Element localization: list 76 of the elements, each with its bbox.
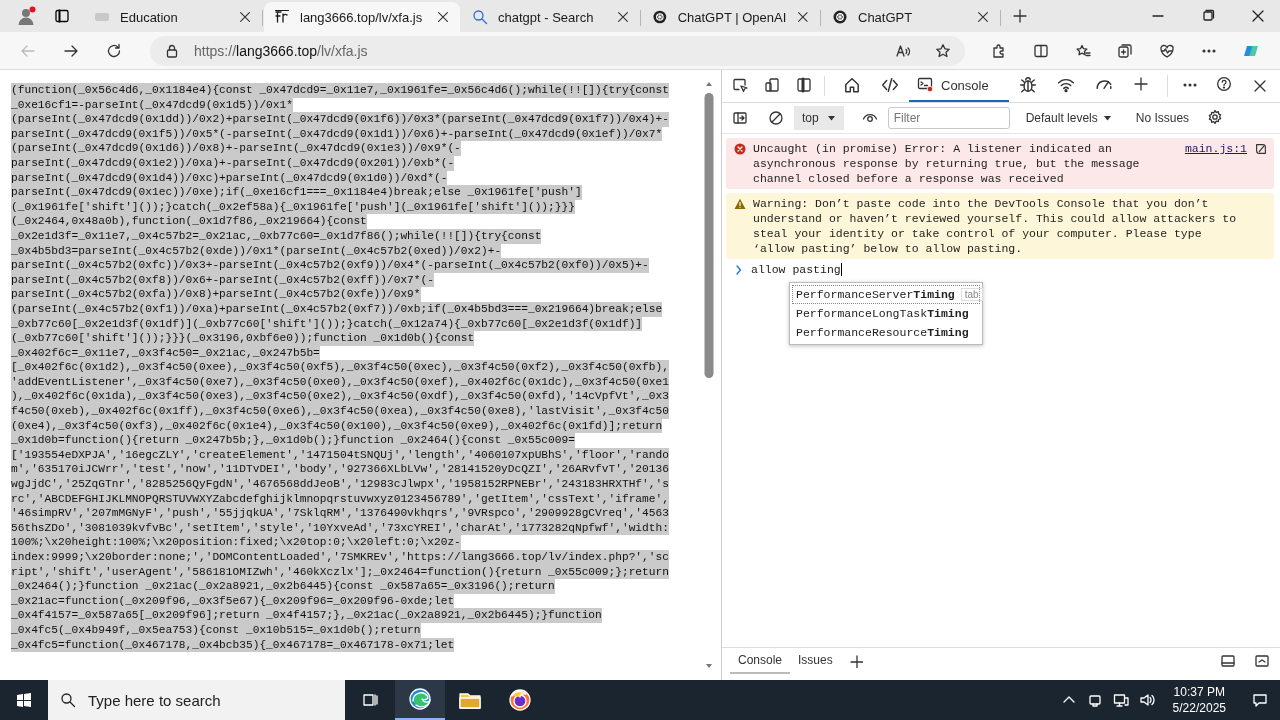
browser-tab[interactable]: ChatGPT: [822, 2, 1000, 32]
collections-icon[interactable]: [1117, 42, 1133, 59]
console-icon: [917, 76, 935, 94]
close-icon[interactable]: [1250, 8, 1266, 24]
collapse-icon[interactable]: [1254, 653, 1270, 669]
caret-icon: [1102, 114, 1112, 122]
clear-icon[interactable]: [768, 110, 784, 126]
device-icon[interactable]: [1086, 692, 1103, 708]
issues-button[interactable]: No Issues: [1127, 111, 1202, 125]
url-text: https://lang3666.top/lv/xfa.js: [194, 42, 368, 59]
puzzle-icon[interactable]: [991, 42, 1007, 59]
file-icon: [274, 9, 290, 25]
notification-icon[interactable]: [1252, 692, 1268, 708]
panel-tab[interactable]: Console: [909, 70, 1009, 102]
new-tab-icon[interactable]: [1012, 8, 1028, 24]
search-placeholder: Type here to search: [88, 691, 221, 709]
task-view-icon[interactable]: [362, 692, 378, 708]
search-icon: [472, 9, 488, 25]
close-icon[interactable]: [616, 10, 630, 24]
levels-dropdown[interactable]: Default levels: [1015, 111, 1122, 125]
edge-icon[interactable]: [408, 687, 432, 711]
drawer-tab[interactable]: Issues: [790, 648, 841, 674]
favorites-icon[interactable]: [1075, 42, 1091, 59]
address-bar[interactable]: https://lang3666.top/lv/xfa.js: [150, 35, 965, 66]
search-icon: [60, 692, 76, 708]
inspect-icon[interactable]: [732, 77, 750, 95]
error-icon: [734, 143, 746, 155]
suggestion-item[interactable]: PerformanceServerTiming tab: [792, 285, 980, 304]
close-icon[interactable]: [796, 10, 810, 24]
close-icon[interactable]: [976, 10, 990, 24]
suggestion-item[interactable]: PerformanceResourceTiming: [792, 323, 980, 342]
context-dropdown[interactable]: top: [794, 106, 844, 130]
clock[interactable]: 10:37 PM 5/22/2025: [1164, 684, 1240, 716]
close-icon[interactable]: [1252, 78, 1268, 94]
dock-icon[interactable]: [796, 77, 814, 95]
speaker-icon[interactable]: [1138, 692, 1155, 708]
heart-icon[interactable]: [1159, 42, 1175, 59]
sidebar-icon[interactable]: [732, 110, 748, 126]
device-icon[interactable]: [764, 77, 782, 95]
warning-message: Warning: Don’t paste code into the DevTools Console that you don’t understand or haven’t reviewed yourself. This could allow attackers to steal your identity or take control of your computer. Please type ‘allow pasting’ below to allow pasting.: [753, 196, 1238, 256]
network-icon[interactable]: [1112, 692, 1129, 708]
browser-tab[interactable]: Education: [84, 2, 262, 32]
suggestion-text: PerformanceResourceTiming: [796, 326, 969, 339]
lock-icon[interactable]: [164, 42, 180, 59]
key-hint: tab: [960, 288, 983, 301]
add-tab-icon[interactable]: [848, 654, 863, 668]
suggestion-text: PerformanceServerTiming: [796, 288, 955, 301]
suggestion-item[interactable]: PerformanceLongTaskTiming: [792, 304, 980, 323]
restore-icon[interactable]: [1200, 8, 1216, 24]
split-screen-icon[interactable]: [1033, 42, 1049, 59]
tab-actions-icon[interactable]: [54, 8, 70, 24]
close-icon[interactable]: [238, 10, 252, 24]
browser-tab[interactable]: chatgpt - Search: [462, 2, 640, 32]
taskbar-search[interactable]: Type here to search: [48, 680, 345, 720]
caret-icon: [826, 114, 836, 122]
error-message: Uncaught (in promise) Error: A listener indicated an asynchronous response by returning true, but the message channel closed before a response was received: [753, 141, 1141, 186]
knot-icon: [652, 9, 668, 25]
firefox-icon[interactable]: [508, 688, 532, 712]
suggestion-text: PerformanceLongTaskTiming: [796, 307, 969, 320]
star-icon[interactable]: [935, 42, 951, 59]
warning-icon: [734, 198, 746, 210]
profile-icon[interactable]: [16, 6, 36, 26]
read-aloud-icon[interactable]: [895, 42, 911, 59]
browser-tab[interactable]: ChatGPT | OpenAI: [642, 2, 820, 32]
windows-icon[interactable]: [16, 692, 32, 708]
browser-tab[interactable]: lang3666.top/lv/xfa.js: [264, 2, 460, 32]
filter-field[interactable]: Filter: [887, 107, 1010, 129]
knot-icon: [832, 9, 848, 25]
ai-explain-icon[interactable]: [1254, 142, 1268, 156]
source-link[interactable]: main.js:1: [1184, 141, 1247, 156]
reload-icon[interactable]: [106, 42, 122, 59]
dock-drawer-icon[interactable]: [1220, 653, 1236, 669]
close-icon[interactable]: [436, 10, 450, 24]
drawer-tab[interactable]: Console: [730, 648, 791, 674]
prompt-icon: [734, 263, 744, 276]
console-input[interactable]: allow pasting: [751, 263, 842, 276]
